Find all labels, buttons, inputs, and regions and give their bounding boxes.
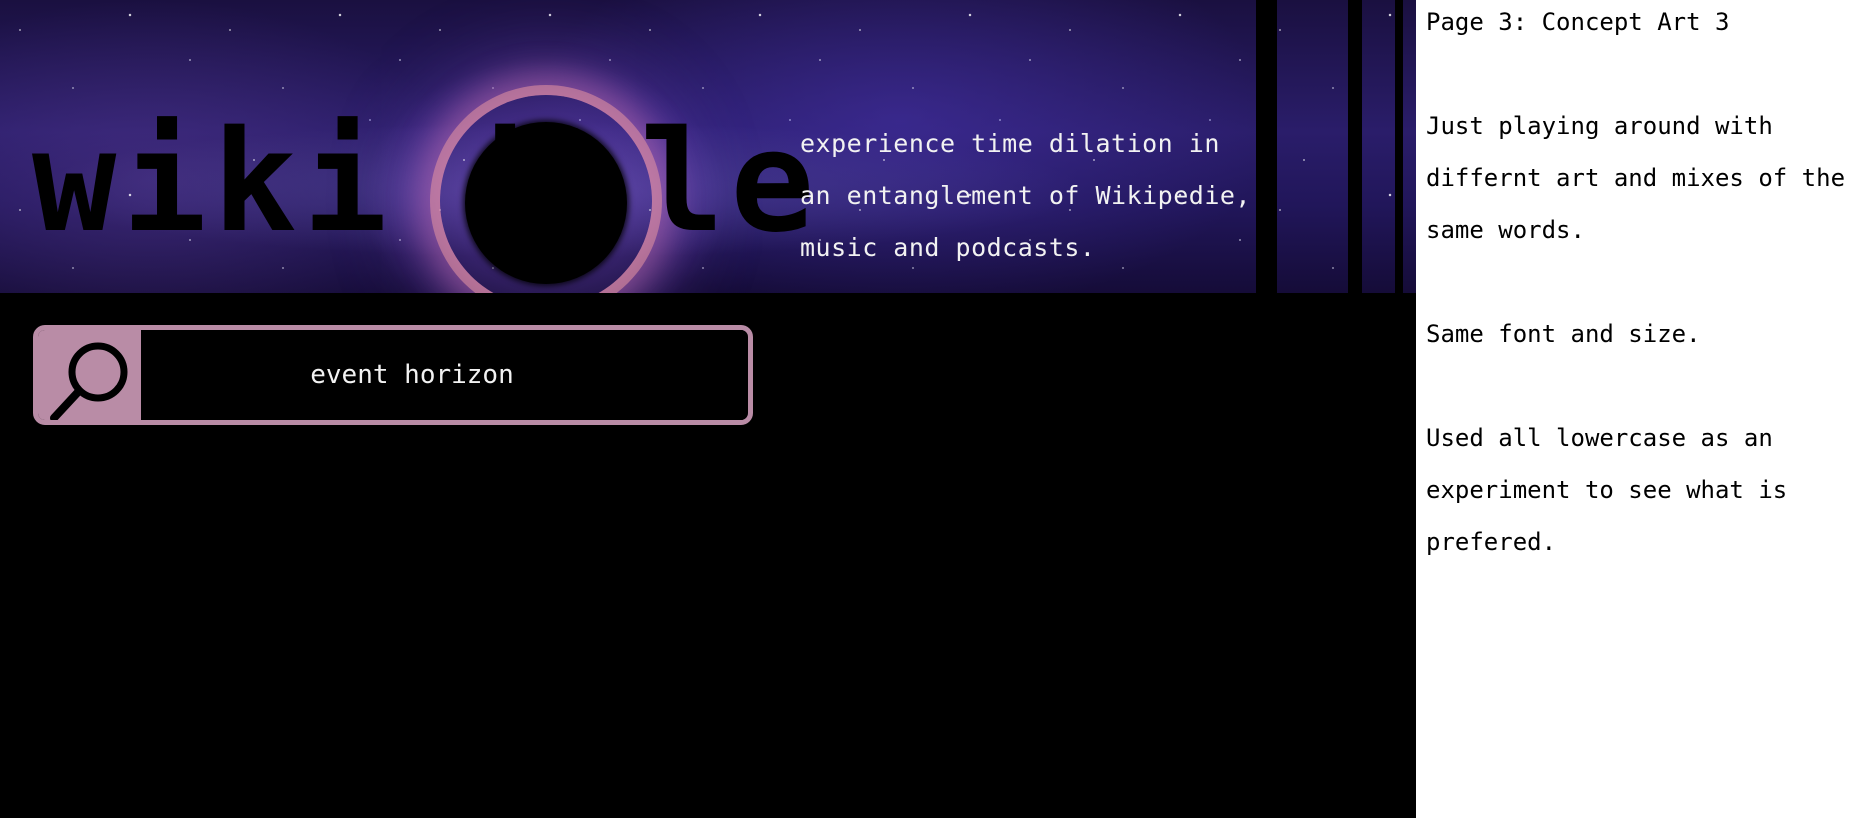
decorative-stripe — [1348, 0, 1362, 293]
search-input[interactable] — [141, 330, 743, 420]
banner: wiki h le experience time dilation in an… — [0, 0, 1416, 293]
notes-panel: Page 3: Concept Art 3 Just playing aroun… — [1416, 0, 1876, 818]
logo-text-right: le — [640, 101, 821, 264]
notes-paragraph: Used all lowercase as an experiment to s… — [1426, 424, 1788, 556]
notes-paragraph: Same font and size. — [1426, 320, 1701, 348]
banner-tagline: experience time dilation in an entanglem… — [800, 129, 1251, 262]
concept-art-canvas: wiki h le experience time dilation in an… — [0, 0, 1416, 818]
decorative-stripe — [1256, 0, 1277, 293]
search-icon — [50, 342, 128, 420]
notes-title: Page 3: Concept Art 3 — [1426, 8, 1730, 36]
decorative-stripe — [1395, 0, 1403, 293]
search-button[interactable] — [38, 330, 141, 420]
notes-paragraph: Just playing around with differnt art an… — [1426, 112, 1846, 244]
logo-text-left: wiki h — [32, 101, 574, 264]
search-bar[interactable] — [33, 325, 753, 425]
